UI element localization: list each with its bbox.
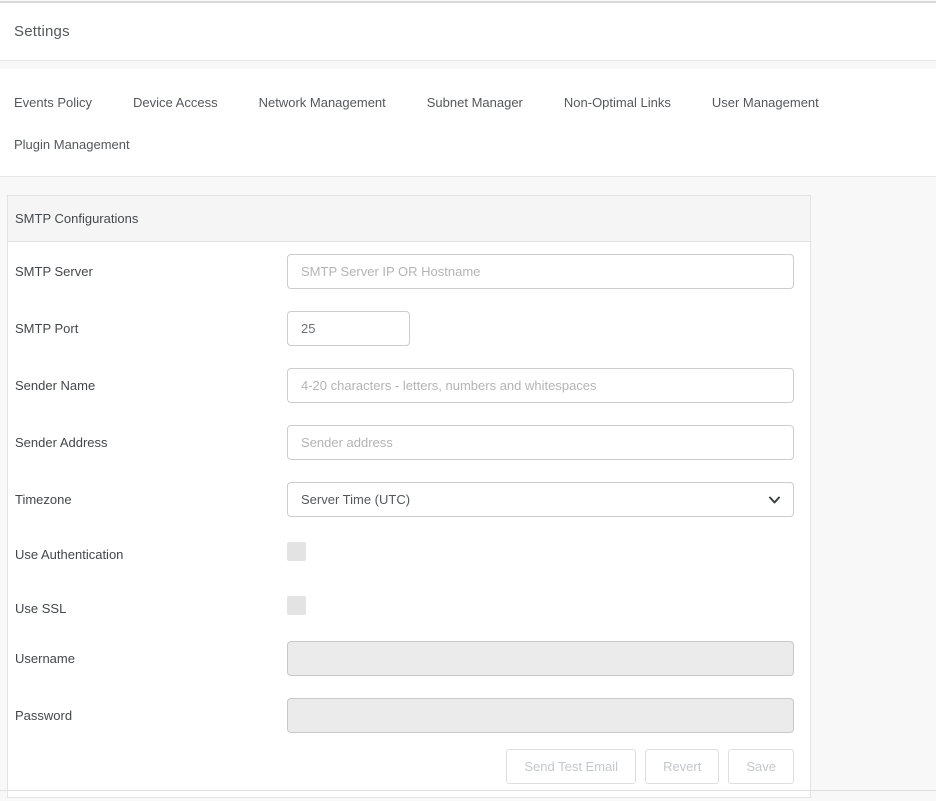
sender-name-row: Sender Name xyxy=(15,368,794,403)
page-header: Settings xyxy=(0,3,936,61)
smtp-port-label: SMTP Port xyxy=(15,321,287,336)
password-row: Password xyxy=(15,698,794,733)
settings-screen: Settings Events Policy Device Access Net… xyxy=(0,0,936,801)
sender-address-input[interactable] xyxy=(287,425,794,460)
sender-name-input[interactable] xyxy=(287,368,794,403)
send-test-email-button[interactable]: Send Test Email xyxy=(506,749,636,784)
smtp-config-panel-header: SMTP Configurations xyxy=(8,196,810,242)
timezone-label: Timezone xyxy=(15,492,287,507)
smtp-config-panel: SMTP Configurations SMTP Server SMTP Por… xyxy=(7,195,811,798)
password-label: Password xyxy=(15,708,287,723)
use-authentication-row: Use Authentication xyxy=(15,542,794,566)
sender-name-label: Sender Name xyxy=(15,378,287,393)
page-title: Settings xyxy=(14,23,70,40)
sender-address-label: Sender Address xyxy=(15,435,287,450)
sender-address-row: Sender Address xyxy=(15,425,794,460)
smtp-server-row: SMTP Server xyxy=(15,254,794,289)
tab-user-management[interactable]: User Management xyxy=(712,95,819,111)
revert-button[interactable]: Revert xyxy=(645,749,719,784)
username-row: Username xyxy=(15,641,794,676)
form-actions: Send Test Email Revert Save xyxy=(15,749,794,784)
tab-subnet-manager[interactable]: Subnet Manager xyxy=(427,95,523,111)
smtp-port-row: SMTP Port xyxy=(15,311,794,346)
settings-tabs: Events Policy Device Access Network Mana… xyxy=(0,69,936,177)
tab-events-policy[interactable]: Events Policy xyxy=(14,95,92,111)
timezone-row: Timezone Server Time (UTC) xyxy=(15,482,794,517)
use-ssl-row: Use SSL xyxy=(15,596,794,620)
tab-device-access[interactable]: Device Access xyxy=(133,95,218,111)
username-label: Username xyxy=(15,651,287,666)
tab-network-management[interactable]: Network Management xyxy=(259,95,386,111)
smtp-config-panel-title: SMTP Configurations xyxy=(15,211,138,226)
smtp-config-form: SMTP Server SMTP Port Sender Name xyxy=(8,242,810,797)
timezone-select[interactable]: Server Time (UTC) xyxy=(287,482,794,517)
smtp-port-input[interactable] xyxy=(287,311,410,346)
smtp-server-input[interactable] xyxy=(287,254,794,289)
use-authentication-checkbox[interactable] xyxy=(287,542,306,561)
use-authentication-label: Use Authentication xyxy=(15,547,287,562)
username-input[interactable] xyxy=(287,641,794,676)
password-input[interactable] xyxy=(287,698,794,733)
tab-plugin-management[interactable]: Plugin Management xyxy=(14,137,130,153)
settings-content: SMTP Configurations SMTP Server SMTP Por… xyxy=(0,177,936,798)
smtp-server-label: SMTP Server xyxy=(15,264,287,279)
tab-non-optimal-links[interactable]: Non-Optimal Links xyxy=(564,95,671,111)
bottom-divider xyxy=(0,790,936,791)
save-button[interactable]: Save xyxy=(728,749,794,784)
use-ssl-checkbox[interactable] xyxy=(287,596,306,615)
use-ssl-label: Use SSL xyxy=(15,601,287,616)
